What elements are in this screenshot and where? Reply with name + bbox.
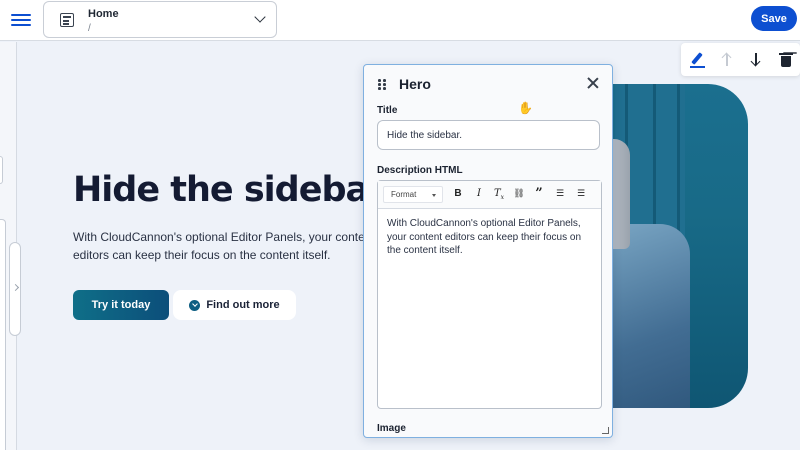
numbered-list-icon[interactable]: ☰ bbox=[553, 187, 567, 201]
hero-title: Hide the sidebar. bbox=[73, 170, 373, 210]
editor-panel: Hero ✋ Title Description HTML Format B I… bbox=[363, 64, 613, 438]
arrow-down-circle-icon bbox=[189, 299, 201, 311]
link-icon[interactable]: ⛓ bbox=[512, 187, 526, 201]
chevron-down-icon bbox=[254, 11, 266, 23]
title-label: Title bbox=[377, 105, 398, 116]
close-icon[interactable] bbox=[587, 77, 599, 89]
hero-image bbox=[600, 84, 748, 408]
panel-title: Hero bbox=[399, 76, 431, 92]
block-toolbar bbox=[681, 43, 800, 76]
description-editor[interactable]: Format B I Tx ⛓ ” ☰ ☰ With CloudCannon's… bbox=[377, 180, 602, 409]
trash-icon[interactable] bbox=[777, 51, 795, 69]
quote-icon[interactable]: ” bbox=[532, 187, 546, 201]
save-button[interactable]: Save bbox=[751, 6, 797, 31]
hero-description: With CloudCannon's optional Editor Panel… bbox=[73, 228, 373, 268]
find-out-more-label: Find out more bbox=[206, 299, 280, 311]
top-bar: Home / Save bbox=[0, 0, 800, 41]
sidebar-rail bbox=[0, 42, 21, 450]
italic-icon[interactable]: I bbox=[472, 187, 486, 201]
pencil-icon[interactable] bbox=[689, 51, 707, 69]
image-label: Image bbox=[377, 423, 406, 434]
grab-cursor-icon: ✋ bbox=[518, 101, 533, 115]
hero-description-line: editors can keep their focus on the cont… bbox=[73, 248, 331, 262]
page-path: / bbox=[88, 23, 91, 34]
find-out-more-button[interactable]: Find out more bbox=[173, 290, 296, 320]
rail-panel-edge bbox=[0, 219, 6, 450]
description-line: your content editors can keep their focu… bbox=[387, 231, 582, 243]
try-it-today-button[interactable]: Try it today bbox=[73, 290, 169, 320]
title-input[interactable] bbox=[377, 120, 600, 150]
rail-tab bbox=[0, 156, 3, 184]
description-line: the content itself. bbox=[387, 245, 463, 256]
drag-handle-icon[interactable] bbox=[378, 79, 386, 90]
bullet-list-icon[interactable]: ☰ bbox=[574, 187, 588, 201]
description-label: Description HTML bbox=[377, 165, 463, 176]
file-icon bbox=[60, 13, 74, 27]
page-selector[interactable]: Home / bbox=[43, 1, 277, 38]
person-graphic bbox=[600, 224, 690, 408]
bold-icon[interactable]: B bbox=[451, 187, 465, 201]
hero-description-line: With CloudCannon's optional Editor Panel… bbox=[73, 230, 373, 244]
sidebar-expand-handle[interactable] bbox=[9, 242, 21, 336]
description-line: With CloudCannon's optional Editor Panel… bbox=[387, 218, 581, 229]
arrow-down-icon[interactable] bbox=[747, 51, 765, 69]
menu-icon[interactable] bbox=[11, 11, 31, 29]
clear-format-icon[interactable]: Tx bbox=[492, 187, 506, 201]
arrow-up-icon[interactable] bbox=[718, 51, 736, 69]
format-dropdown[interactable]: Format bbox=[383, 186, 443, 203]
resize-handle-icon[interactable] bbox=[602, 427, 609, 434]
page-name: Home bbox=[88, 8, 119, 20]
description-text[interactable]: With CloudCannon's optional Editor Panel… bbox=[378, 209, 601, 266]
editor-toolbar: Format B I Tx ⛓ ” ☰ ☰ bbox=[378, 181, 601, 209]
